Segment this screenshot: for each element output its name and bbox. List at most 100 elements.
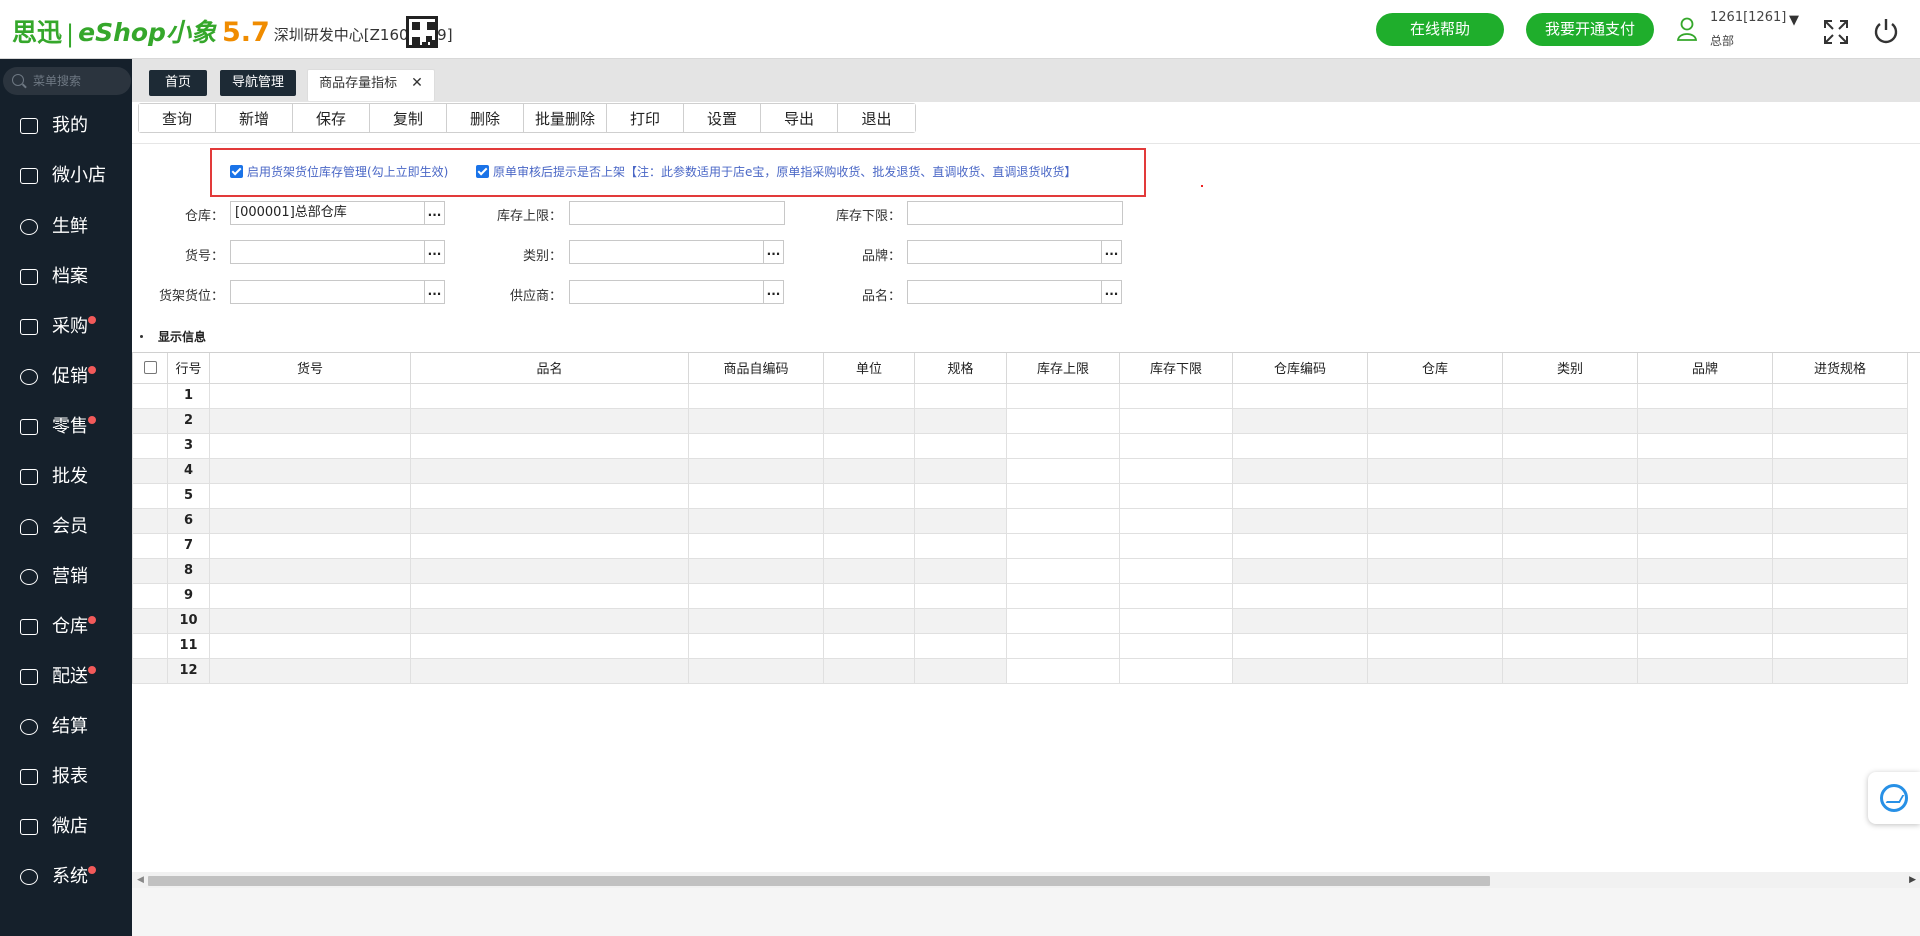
query-button[interactable]: 查询 [139, 104, 216, 132]
sidebar-item-delivery[interactable]: 配送 [0, 657, 132, 697]
exit-button[interactable]: 退出 [838, 104, 915, 132]
table-cell[interactable] [132, 557, 168, 584]
sidebar-item-wholesale[interactable]: 批发 [0, 457, 132, 497]
table-cell[interactable] [132, 657, 168, 684]
sidebar-item-mine[interactable]: 我的 [0, 106, 132, 146]
column-header[interactable]: 仓库编码 [1232, 353, 1368, 384]
column-header[interactable]: 库存上限 [1006, 353, 1120, 384]
category-input[interactable] [569, 240, 764, 264]
shelve-prompt-option[interactable]: 原单审核后提示是否上架【注：此参数适用于店e宝，原单指采购收货、批发退货、直调收… [476, 163, 1076, 180]
batch-delete-button[interactable]: 批量删除 [524, 104, 607, 132]
supplier-picker-button[interactable]: ... [763, 280, 784, 304]
table-cell[interactable] [132, 432, 168, 459]
column-header[interactable]: 货号 [209, 353, 411, 384]
table-row[interactable]: 7 [132, 532, 1908, 559]
table-row[interactable]: 4 [132, 457, 1908, 484]
add-button[interactable]: 新增 [216, 104, 293, 132]
warehouse-input[interactable]: [000001]总部仓库 [230, 201, 425, 225]
qr-code-icon[interactable] [406, 16, 438, 48]
table-cell[interactable] [132, 382, 168, 409]
column-header[interactable]: 品名 [410, 353, 689, 384]
table-row[interactable]: 5 [132, 482, 1908, 509]
column-header[interactable]: 库存下限 [1119, 353, 1233, 384]
user-name[interactable]: 1261[1261] [1710, 10, 1786, 25]
scrollbar-thumb[interactable] [148, 876, 1490, 886]
table-cell[interactable] [132, 407, 168, 434]
sidebar-item-settlement[interactable]: 结算 [0, 707, 132, 747]
table-row[interactable]: 10 [132, 607, 1908, 634]
shelf-location-input[interactable] [230, 280, 425, 304]
brand-input[interactable] [907, 240, 1102, 264]
column-header[interactable]: 品牌 [1637, 353, 1773, 384]
print-button[interactable]: 打印 [607, 104, 684, 132]
table-row[interactable]: 9 [132, 582, 1908, 609]
stock-lower-input[interactable] [907, 201, 1123, 225]
column-header[interactable]: 类别 [1502, 353, 1638, 384]
brand-picker-button[interactable]: ... [1101, 240, 1122, 264]
sidebar-item-member[interactable]: 会员 [0, 507, 132, 547]
scroll-left-arrow-icon[interactable]: ◀ [137, 875, 144, 885]
table-cell[interactable] [132, 582, 168, 609]
table-row[interactable]: 1 [132, 382, 1908, 409]
column-header[interactable]: 仓库 [1367, 353, 1503, 384]
open-payment-button[interactable]: 我要开通支付 [1526, 13, 1654, 46]
export-button[interactable]: 导出 [761, 104, 838, 132]
table-cell[interactable] [132, 482, 168, 509]
table-row[interactable]: 6 [132, 507, 1908, 534]
sidebar-item-report[interactable]: 报表 [0, 757, 132, 797]
online-help-button[interactable]: 在线帮助 [1376, 13, 1504, 46]
horizontal-scrollbar[interactable]: ◀ ▶ [132, 872, 1920, 888]
user-menu-caret-icon[interactable]: ▼ [1789, 13, 1799, 28]
save-button[interactable]: 保存 [293, 104, 370, 132]
delete-button[interactable]: 删除 [447, 104, 524, 132]
column-header[interactable]: 行号 [167, 353, 210, 384]
tab-nav-management[interactable]: 导航管理 [220, 70, 296, 96]
tab-stock-indicator[interactable]: 商品存量指标 ✕ [307, 69, 435, 101]
sidebar-item-promotion[interactable]: 促销 [0, 357, 132, 397]
menu-search-input[interactable]: 菜单搜索 [3, 67, 131, 95]
close-icon[interactable]: ✕ [411, 75, 423, 91]
table-row[interactable]: 3 [132, 432, 1908, 459]
table-cell[interactable] [132, 532, 168, 559]
item-code-picker-button[interactable]: ... [424, 240, 445, 264]
table-cell[interactable] [132, 507, 168, 534]
sidebar-item-micro-shop[interactable]: 微小店 [0, 156, 132, 196]
table-row[interactable]: 8 [132, 557, 1908, 584]
column-header[interactable]: 商品自编码 [688, 353, 824, 384]
fullscreen-icon[interactable] [1822, 18, 1850, 46]
table-cell[interactable] [132, 607, 168, 634]
power-icon[interactable] [1871, 16, 1901, 46]
supplier-input[interactable] [569, 280, 764, 304]
category-picker-button[interactable]: ... [763, 240, 784, 264]
item-code-input[interactable] [230, 240, 425, 264]
sidebar-item-warehouse[interactable]: 仓库 [0, 607, 132, 647]
sidebar-item-fresh[interactable]: 生鲜 [0, 207, 132, 247]
table-row[interactable]: 11 [132, 632, 1908, 659]
sidebar-item-archive[interactable]: 档案 [0, 257, 132, 297]
scroll-right-arrow-icon[interactable]: ▶ [1909, 875, 1916, 885]
table-row[interactable]: 2 [132, 407, 1908, 434]
table-cell[interactable] [132, 457, 168, 484]
sidebar-item-retail[interactable]: 零售 [0, 407, 132, 447]
select-all-checkbox[interactable] [132, 353, 168, 384]
shelf-inventory-option[interactable]: 启用货架货位库存管理(勾上立即生效) [230, 163, 448, 180]
sidebar-item-purchase[interactable]: 采购 [0, 307, 132, 347]
sidebar-item-marketing[interactable]: 营销 [0, 557, 132, 597]
shelf-location-picker-button[interactable]: ... [424, 280, 445, 304]
tab-home[interactable]: 首页 [149, 70, 207, 96]
table-row[interactable]: 12 [132, 657, 1908, 684]
settings-button[interactable]: 设置 [684, 104, 761, 132]
sidebar-item-system[interactable]: 系统 [0, 857, 132, 897]
column-header[interactable]: 进货规格 [1772, 353, 1908, 384]
stock-upper-input[interactable] [569, 201, 785, 225]
copy-button[interactable]: 复制 [370, 104, 447, 132]
column-header[interactable]: 单位 [823, 353, 915, 384]
product-name-picker-button[interactable]: ... [1101, 280, 1122, 304]
assistant-float-button[interactable] [1868, 772, 1920, 824]
checkbox-checked-icon[interactable] [230, 165, 243, 178]
sidebar-item-wechat-store[interactable]: 微店 [0, 807, 132, 847]
checkbox-checked-icon[interactable] [476, 165, 489, 178]
product-name-input[interactable] [907, 280, 1102, 304]
checkbox-icon[interactable] [143, 361, 157, 375]
table-cell[interactable] [132, 632, 168, 659]
